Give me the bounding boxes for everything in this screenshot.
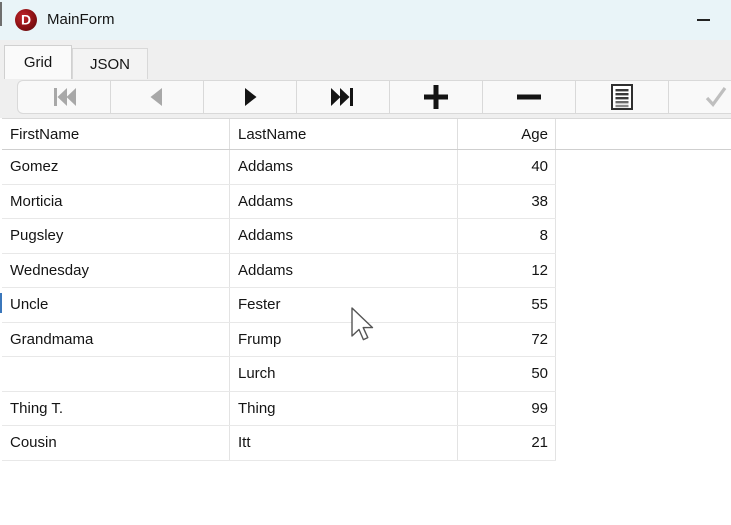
grid-cell[interactable]: Fester xyxy=(230,288,458,322)
grid-cell[interactable]: 50 xyxy=(458,357,556,391)
db-navigator-toolbar xyxy=(17,80,731,114)
grid-cell[interactable]: Thing T. xyxy=(2,391,230,425)
grid-header-row: FirstName LastName Age xyxy=(2,119,731,150)
grid-cell[interactable]: Pugsley xyxy=(2,219,230,253)
grid-cell[interactable]: 99 xyxy=(458,391,556,425)
table-row: Thing T. Thing 99 xyxy=(2,391,556,426)
column-header-filler xyxy=(556,119,731,149)
plus-icon xyxy=(424,85,448,109)
table-row: Wednesday Addams 12 xyxy=(2,253,556,288)
grid-cell[interactable]: Uncle xyxy=(2,288,230,322)
delete-record-button[interactable] xyxy=(483,81,576,113)
check-icon xyxy=(705,87,726,108)
table-row: Lurch 50 xyxy=(2,357,556,392)
post-edit-button[interactable] xyxy=(669,81,731,113)
grid-cell[interactable]: Thing xyxy=(230,391,458,425)
edit-record-icon xyxy=(611,84,633,110)
column-header-lastname[interactable]: LastName xyxy=(230,119,458,149)
tab-grid[interactable]: Grid xyxy=(4,45,72,79)
minus-icon xyxy=(517,94,541,100)
insert-record-button[interactable] xyxy=(390,81,483,113)
grid-cell[interactable]: Grandmama xyxy=(2,322,230,356)
first-record-button[interactable] xyxy=(18,81,111,113)
grid-cell[interactable]: Addams xyxy=(230,253,458,287)
grid-cell[interactable]: 55 xyxy=(458,288,556,322)
window-title: MainForm xyxy=(47,11,115,28)
grid-cell[interactable]: Addams xyxy=(230,219,458,253)
edit-record-button[interactable] xyxy=(576,81,669,113)
grid-cell[interactable]: 12 xyxy=(458,253,556,287)
grid-cell[interactable]: Frump xyxy=(230,322,458,356)
table-row: Cousin Itt 21 xyxy=(2,426,556,461)
grid-cell[interactable]: Itt xyxy=(230,426,458,460)
app-icon-letter: D xyxy=(20,11,32,28)
last-record-icon xyxy=(331,88,353,106)
table-row: Grandmama Frump 72 xyxy=(2,322,556,357)
table-row: Gomez Addams 40 xyxy=(2,150,556,185)
table-row: Uncle Fester 55 xyxy=(2,288,556,323)
grid-cell[interactable]: 8 xyxy=(458,219,556,253)
grid-cell[interactable]: Addams xyxy=(230,184,458,218)
column-header-age[interactable]: Age xyxy=(458,119,556,149)
grid-cell[interactable] xyxy=(2,357,230,391)
first-record-icon xyxy=(54,88,76,106)
table-row: Pugsley Addams 8 xyxy=(2,219,556,254)
grid-cell[interactable]: Morticia xyxy=(2,184,230,218)
grid-cell[interactable]: Wednesday xyxy=(2,253,230,287)
prior-record-icon xyxy=(150,88,162,106)
prior-record-button[interactable] xyxy=(111,81,204,113)
app-icon: D xyxy=(15,9,37,31)
minimize-icon xyxy=(696,19,710,21)
grid-cell[interactable]: Lurch xyxy=(230,357,458,391)
tab-json[interactable]: JSON xyxy=(72,48,148,79)
minimize-button[interactable] xyxy=(686,5,720,35)
table-row: Morticia Addams 38 xyxy=(2,184,556,219)
last-record-button[interactable] xyxy=(297,81,390,113)
next-record-button[interactable] xyxy=(204,81,297,113)
grid-cell[interactable]: 21 xyxy=(458,426,556,460)
grid-cell[interactable]: Addams xyxy=(230,150,458,184)
titlebar: D MainForm xyxy=(0,0,731,40)
column-header-firstname[interactable]: FirstName xyxy=(2,119,230,149)
grid-cell[interactable]: Cousin xyxy=(2,426,230,460)
window-edge-sliver xyxy=(0,2,2,26)
grid-cell[interactable]: 72 xyxy=(458,322,556,356)
grid-cell[interactable]: 40 xyxy=(458,150,556,184)
data-grid: FirstName LastName Age Gomez Addams 40 Mort… xyxy=(2,118,731,525)
grid-cell[interactable]: Gomez xyxy=(2,150,230,184)
grid-body: Gomez Addams 40 Morticia Addams 38 Pugsley Adda… xyxy=(2,150,731,461)
next-record-icon xyxy=(245,88,257,106)
grid-cell[interactable]: 38 xyxy=(458,184,556,218)
main-form-window: D MainForm Grid JSON FirstName LastName … xyxy=(0,0,731,525)
